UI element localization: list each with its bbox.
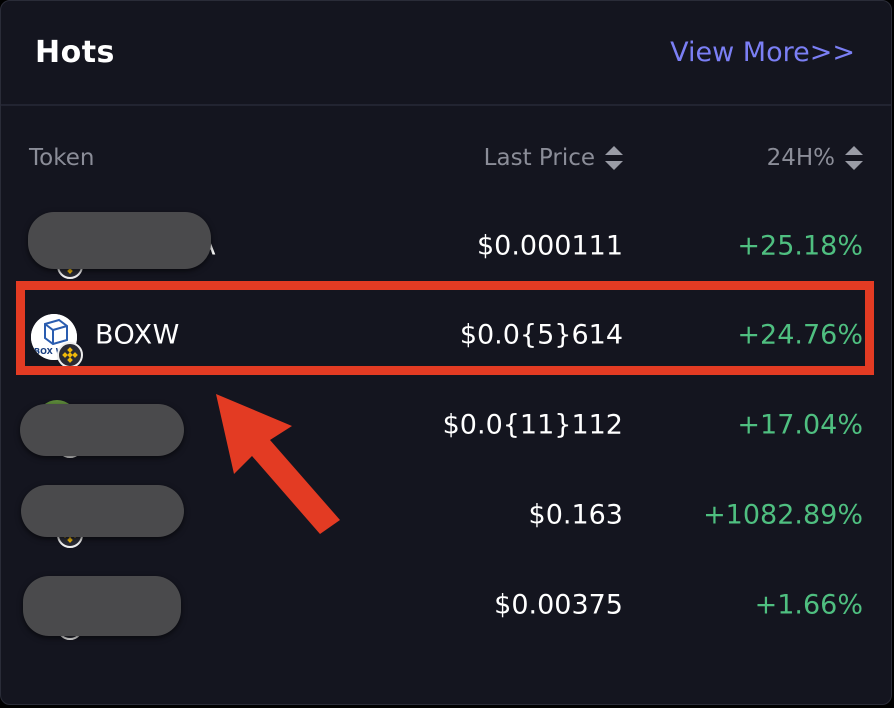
pointer-arrow-icon <box>216 394 340 534</box>
